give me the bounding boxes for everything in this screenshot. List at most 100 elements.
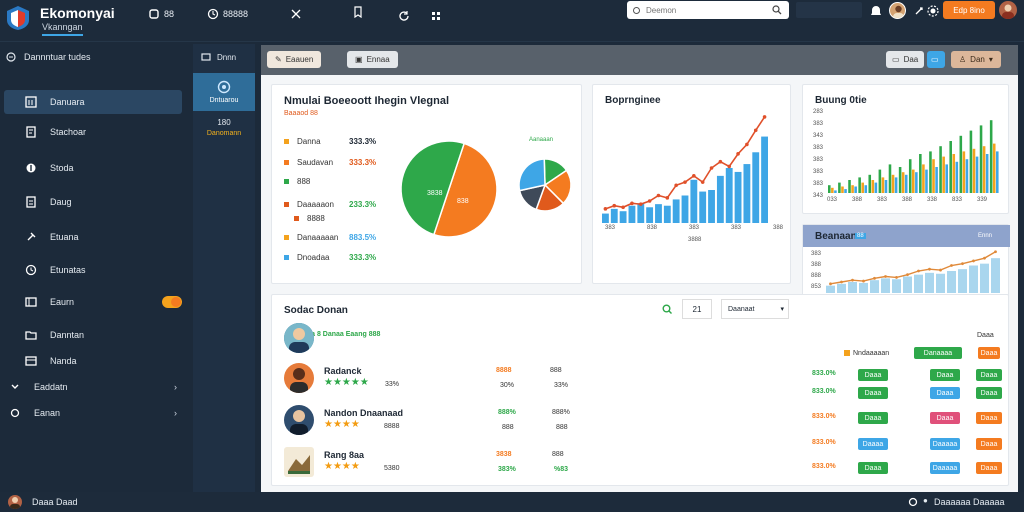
chart-bar — [992, 143, 996, 193]
avatar[interactable] — [284, 405, 314, 435]
status-pill[interactable]: Daaa — [976, 369, 1002, 381]
sidebar-item-label: Daug — [50, 197, 72, 207]
market-card-title: Nmulai Boeeoott Ihegin Vlegnal — [284, 95, 450, 107]
refresh-icon[interactable] — [908, 497, 918, 507]
chart-bar — [919, 154, 922, 193]
status-pill[interactable]: Daaa — [976, 438, 1002, 450]
y-tick-label: 888 — [811, 273, 822, 279]
pie-small-label: Aanaaan — [529, 137, 554, 143]
row-percent: 833.0% — [812, 370, 836, 377]
table-dropdown[interactable]: Daanaat ▾ — [721, 299, 789, 319]
status-pill[interactable]: Daaa — [976, 387, 1002, 399]
x-tick-label: 338 — [927, 197, 938, 203]
toolbar-dropdown[interactable]: ♙ Dan ▾ — [951, 51, 1001, 68]
nav-item-grid[interactable] — [430, 10, 442, 22]
status-pill[interactable]: Danaaaa — [914, 347, 962, 359]
link-icon[interactable] — [912, 4, 926, 18]
secondary-search[interactable] — [796, 2, 862, 18]
feature-toggle[interactable] — [162, 296, 182, 308]
sidebar-item-label: Etuana — [50, 232, 79, 242]
search-icon[interactable] — [662, 304, 672, 314]
sidebar-item-documents[interactable]: Stachoar — [4, 120, 182, 144]
avatar[interactable] — [284, 363, 314, 393]
chart-point — [692, 174, 696, 178]
subcol-active-item[interactable]: Dntuarou — [193, 73, 255, 111]
chart-bar — [848, 180, 851, 193]
chart-bar — [991, 258, 1000, 293]
nav-item-bookmark[interactable] — [352, 6, 364, 18]
sidebar-item-files[interactable]: Daug — [4, 190, 182, 214]
status-pill[interactable]: Daaa — [930, 369, 960, 381]
product-thumbnail[interactable] — [284, 447, 314, 477]
sidebar-item-pins[interactable]: Etuana — [4, 225, 182, 249]
sidebar-item-archive[interactable]: Nanda — [4, 349, 182, 373]
chart-bar — [870, 280, 879, 293]
search-icon[interactable] — [772, 5, 782, 15]
sidebar-item-history[interactable]: Etunatas — [4, 258, 182, 282]
status-pill[interactable]: Daaa — [858, 387, 888, 399]
status-pill[interactable]: Daaa — [976, 462, 1002, 474]
chart-point — [961, 262, 964, 266]
chart-bar — [734, 171, 742, 223]
chart-point — [683, 180, 687, 184]
bell-icon[interactable] — [869, 4, 883, 18]
toolbar-button-secondary[interactable]: ▣ Ennaa — [347, 51, 398, 68]
chart-point — [895, 276, 898, 279]
sidebar-item-folders[interactable]: Danntan — [4, 323, 182, 347]
trend-chart-card: Beanaans 88 Ennn 383388888853 1383883893… — [802, 224, 1010, 304]
cta-button[interactable]: Edp 8ino — [943, 1, 995, 19]
toolbar-button-toggle[interactable]: ▭ — [927, 51, 945, 68]
status-pill[interactable]: Daaa — [930, 387, 960, 399]
chart-point — [727, 164, 732, 169]
table-filter[interactable]: 21 — [682, 299, 712, 319]
toolbar-button-view[interactable]: ▭ Daa — [886, 51, 925, 68]
profile-avatar[interactable] — [999, 1, 1017, 19]
sidebar-item-tags[interactable]: Stoda — [4, 156, 182, 180]
sidebar-item-group2[interactable]: Eanan › — [4, 401, 182, 425]
market-card-subtitle: Baaaod 88 — [284, 110, 318, 117]
row-col2: 33% — [554, 382, 569, 389]
nav-item-tools[interactable] — [290, 8, 302, 20]
settings-icon[interactable] — [926, 4, 940, 18]
footer-avatar[interactable] — [8, 495, 22, 509]
status-pill[interactable]: Daaaa — [858, 438, 888, 450]
status-pill[interactable]: Daaa — [976, 412, 1002, 424]
status-pill[interactable]: Daaa — [930, 412, 960, 424]
status-pill[interactable]: Daaa — [978, 347, 1000, 359]
status-pill[interactable]: Daaa — [858, 462, 888, 474]
y-tick-label: 383 — [811, 251, 822, 257]
nav-item-history[interactable]: 88888 — [207, 8, 248, 20]
nav-item-refresh[interactable] — [398, 10, 410, 22]
status-pill[interactable]: Daaaaa — [930, 438, 960, 450]
search-bar[interactable] — [627, 1, 789, 19]
sidebar-item-flags[interactable]: Eaurn — [4, 290, 182, 314]
subcol-header-label: Dnnn — [217, 52, 237, 62]
toolbar-button-primary[interactable]: ✎ Eaauen — [267, 51, 322, 68]
chart-point — [736, 152, 740, 156]
nav-item-home[interactable]: 88 — [148, 8, 174, 20]
legend-swatch — [844, 350, 850, 356]
sidebar-item-group1[interactable]: Eaddatn › — [4, 375, 182, 399]
sidebar-item-label: Stachoar — [50, 127, 87, 137]
chart-bar — [663, 205, 671, 223]
chart-bar — [952, 154, 956, 193]
status-pill[interactable]: Daaa — [858, 412, 888, 424]
status-pill[interactable]: Daaa — [858, 369, 888, 381]
avatar[interactable] — [284, 323, 314, 353]
user-avatar[interactable] — [889, 2, 906, 19]
app-logo[interactable] — [6, 5, 30, 31]
sidebar-item-label: Eaddatn — [34, 382, 68, 392]
sidebar-item-dashboard[interactable]: Danuara — [4, 90, 182, 114]
chart-bar — [959, 135, 963, 193]
square-icon: ▣ — [355, 55, 363, 64]
y-tick-label: 343 — [813, 133, 824, 139]
list-icon — [201, 53, 211, 61]
search-prefix-icon — [633, 6, 640, 14]
brand-name: Ekomonyai — [40, 5, 115, 21]
row-col2: 888 — [556, 424, 568, 431]
status-pill[interactable]: Daaaaa — [930, 462, 960, 474]
card-icon: ▭ — [931, 55, 939, 64]
chart-point — [718, 159, 723, 164]
rating-stars: ★★★★ — [324, 419, 360, 430]
search-input[interactable] — [646, 5, 766, 15]
